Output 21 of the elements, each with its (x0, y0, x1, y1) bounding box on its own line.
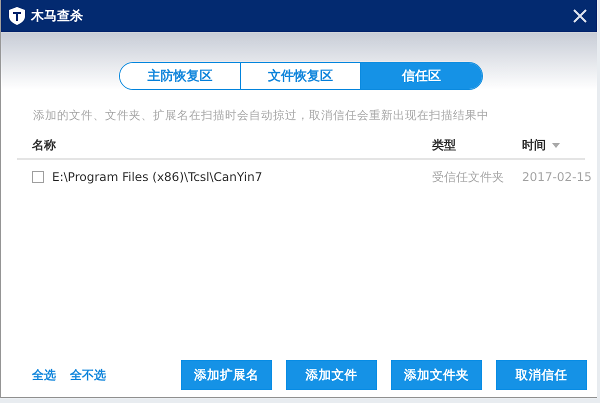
select-link[interactable]: 全选 (32, 366, 56, 384)
window-title: 木马查杀 (31, 8, 84, 25)
shield-icon (9, 7, 25, 25)
action-button[interactable]: 添加扩展名 (181, 360, 272, 390)
hint-text: 添加的文件、文件夹、扩展名在扫描时会自动掠过，取消信任会重新出现在扫描结果中 (32, 107, 490, 124)
column-header[interactable]: 类型 (432, 136, 522, 154)
column-header[interactable]: 时间 (522, 136, 585, 154)
action-button[interactable]: 添加文件 (286, 360, 377, 390)
close-button[interactable] (573, 9, 587, 23)
date-cell: 2017-02-15 (522, 170, 592, 184)
sort-icon (552, 142, 560, 148)
action-button[interactable]: 添加文件夹 (391, 360, 482, 390)
tab[interactable]: 主防恢复区 (120, 63, 240, 89)
file-path: E:\Program Files (x86)\Tcsl\CanYin7 (52, 170, 262, 184)
tab[interactable]: 文件恢复区 (240, 63, 360, 89)
tab[interactable]: 信任区 (360, 63, 482, 89)
select-link[interactable]: 全不选 (70, 366, 106, 384)
checkbox[interactable] (32, 171, 44, 183)
action-button[interactable]: 取消信任 (496, 360, 587, 390)
type-cell-text: 受信任文件夹 (432, 168, 505, 186)
column-header[interactable]: 名称 (32, 136, 432, 154)
